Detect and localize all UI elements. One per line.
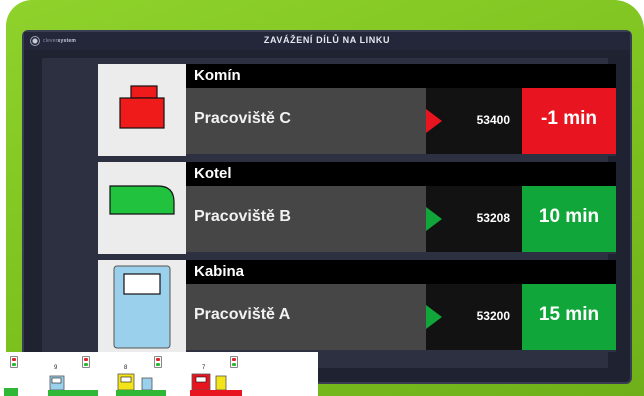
tractor-icon — [4, 388, 18, 396]
part-row: Kabina Pracoviště A 53200 15 min — [98, 260, 616, 352]
tractor-icon — [190, 373, 242, 396]
part-name: Kotel — [186, 162, 616, 186]
time-remaining: 15 min — [522, 284, 616, 350]
parts-board: Komín Pracoviště C 53400 -1 min Kotel Pr… — [42, 58, 616, 368]
arrow-right-icon — [426, 305, 442, 329]
part-row: Komín Pracoviště C 53400 -1 min — [98, 64, 616, 156]
order-code: 53200 — [426, 284, 522, 350]
tractor-icon — [116, 373, 166, 396]
part-row: Kotel Pracoviště B 53208 10 min — [98, 162, 616, 254]
part-name: Komín — [186, 64, 616, 88]
page-title: ZAVÁŽENÍ DÍLŮ NA LINKU — [263, 35, 391, 45]
part-name: Kabina — [186, 260, 616, 284]
sequence-strip: 9 8 7 — [0, 352, 318, 396]
title-bar: cleversystem ZAVÁŽENÍ DÍLŮ NA LINKU — [24, 32, 630, 50]
workstation-label: Pracoviště A — [186, 284, 426, 350]
order-code: 53208 — [426, 186, 522, 252]
part-thumbnail — [98, 64, 186, 156]
tractor-icon — [48, 375, 98, 396]
order-code: 53400 — [426, 88, 522, 154]
chimney-icon — [119, 85, 165, 129]
boiler-icon — [109, 185, 175, 215]
part-thumbnail — [98, 162, 186, 254]
arrow-right-icon — [426, 207, 442, 231]
time-remaining: -1 min — [522, 88, 616, 154]
workstation-label: Pracoviště C — [186, 88, 426, 154]
workstation-label: Pracoviště B — [186, 186, 426, 252]
part-thumbnail — [98, 260, 186, 352]
cabin-icon — [113, 265, 171, 349]
display-screen: cleversystem ZAVÁŽENÍ DÍLŮ NA LINKU Komí… — [22, 30, 632, 384]
time-remaining: 10 min — [522, 186, 616, 252]
arrow-right-icon — [426, 109, 442, 133]
